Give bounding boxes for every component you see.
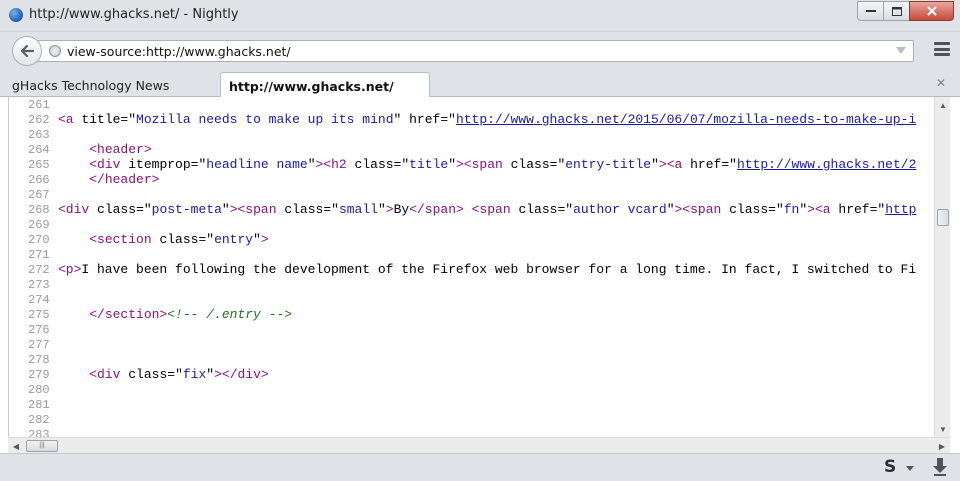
addon-bar: S: [0, 453, 960, 481]
source-line: 280: [9, 382, 935, 397]
source-line: 271: [9, 247, 935, 262]
horizontal-scroll-thumb[interactable]: |||: [26, 440, 58, 452]
source-line: 262 <a title="Mozilla needs to make up it…: [9, 112, 935, 127]
source-line: 269: [9, 217, 935, 232]
line-number: 269: [28, 218, 50, 232]
scroll-left-icon[interactable]: ◀: [9, 438, 23, 454]
line-number: 283: [28, 428, 50, 437]
source-line: 261: [9, 97, 935, 112]
source-view[interactable]: 261 262 <a title="Mozilla needs to make up…: [8, 97, 950, 437]
download-icon[interactable]: [933, 458, 947, 476]
window-title: http://www.ghacks.net/ - Nightly: [29, 7, 239, 22]
line-code: <header>: [89, 142, 152, 157]
source-line: 268 <div class="post-meta"><span class="s…: [9, 202, 935, 217]
line-code: <div itemprop="headline name"><h2 class=…: [89, 157, 917, 172]
window-controls: [857, 1, 954, 21]
line-number: 270: [28, 233, 50, 247]
source-line: 272 <p>I have been following the developm…: [9, 262, 935, 277]
line-code: <section class="entry">: [89, 232, 269, 247]
title-bar: http://www.ghacks.net/ - Nightly: [0, 0, 960, 32]
site-identity-icon[interactable]: [49, 45, 61, 57]
source-line: 263: [9, 127, 935, 142]
line-number: 264: [28, 143, 50, 157]
url-text[interactable]: view-source:http://www.ghacks.net/: [67, 44, 291, 59]
line-number: 272: [28, 263, 50, 277]
source-line: 270 <section class="entry">: [9, 232, 935, 247]
line-number: 262: [28, 113, 50, 127]
line-number: 279: [28, 368, 50, 382]
line-code: </header>: [89, 172, 160, 187]
source-line: 267: [9, 187, 935, 202]
tab-ghacks[interactable]: gHacks Technology News: [4, 72, 214, 97]
line-number: 274: [28, 293, 50, 307]
source-line: 275 </section><!-- /.entry -->: [9, 307, 935, 322]
line-number: 277: [28, 338, 50, 352]
line-code: <div class="post-meta"><span class="smal…: [58, 202, 917, 217]
source-code: 261 262 <a title="Mozilla needs to make up…: [9, 97, 935, 437]
hamburger-menu-icon[interactable]: [934, 42, 950, 56]
line-number: 282: [28, 413, 50, 427]
horizontal-scrollbar[interactable]: ◀ ||| ▶: [8, 437, 950, 453]
close-icon: [926, 6, 937, 16]
globe-icon: [9, 8, 23, 22]
line-code: <div class="fix"></div>: [89, 367, 269, 382]
line-code: </section><!-- /.entry -->: [89, 307, 293, 322]
maximize-icon: [891, 6, 902, 16]
line-number: 266: [28, 173, 50, 187]
source-line: 279 <div class="fix"></div>: [9, 367, 935, 382]
line-number: 261: [28, 98, 50, 112]
line-number: 267: [28, 188, 50, 202]
source-line: 274: [9, 292, 935, 307]
scroll-right-icon[interactable]: ▶: [935, 438, 949, 454]
scroll-up-icon[interactable]: ▲: [935, 98, 951, 112]
line-number: 268: [28, 203, 50, 217]
navigation-bar: view-source:http://www.ghacks.net/: [0, 32, 960, 69]
source-line: 281: [9, 397, 935, 412]
line-code: <p>I have been following the development…: [58, 262, 917, 277]
source-line: 282: [9, 412, 935, 427]
addon-dropdown-icon[interactable]: [906, 466, 914, 471]
line-number: 278: [28, 353, 50, 367]
line-number: 280: [28, 383, 50, 397]
url-history-dropdown-icon[interactable]: [896, 47, 906, 54]
line-number: 276: [28, 323, 50, 337]
tab-strip: gHacks Technology News http://www.ghacks…: [0, 69, 960, 98]
scroll-down-icon[interactable]: ▼: [935, 422, 951, 436]
line-code: <a title="Mozilla needs to make up its m…: [58, 112, 917, 127]
line-number: 273: [28, 278, 50, 292]
source-line: 276: [9, 322, 935, 337]
source-line: 264 <header>: [9, 142, 935, 157]
source-line: 265 <div itemprop="headline name"><h2 cl…: [9, 157, 935, 172]
maximize-button[interactable]: [883, 1, 910, 21]
minimize-button[interactable]: [857, 1, 884, 21]
line-number: 281: [28, 398, 50, 412]
vertical-scroll-thumb[interactable]: [937, 209, 949, 226]
line-number: 265: [28, 158, 50, 172]
line-number: 275: [28, 308, 50, 322]
source-line: 278: [9, 352, 935, 367]
tab-view-source[interactable]: http://www.ghacks.net/: [220, 72, 430, 98]
url-bar[interactable]: view-source:http://www.ghacks.net/: [36, 40, 914, 62]
source-line: 283: [9, 427, 935, 437]
vertical-scrollbar[interactable]: ▲ ▼: [934, 97, 950, 437]
source-line: 266 </header>: [9, 172, 935, 187]
back-arrow-icon: [20, 45, 34, 57]
minimize-icon: [865, 10, 876, 12]
close-window-button[interactable]: [909, 1, 954, 21]
line-number: 263: [28, 128, 50, 142]
back-button[interactable]: [12, 36, 42, 66]
close-tab-icon[interactable]: ✕: [936, 76, 946, 90]
line-number: 271: [28, 248, 50, 262]
source-line: 273: [9, 277, 935, 292]
source-line: 277: [9, 337, 935, 352]
addon-s-button[interactable]: S: [884, 457, 896, 477]
